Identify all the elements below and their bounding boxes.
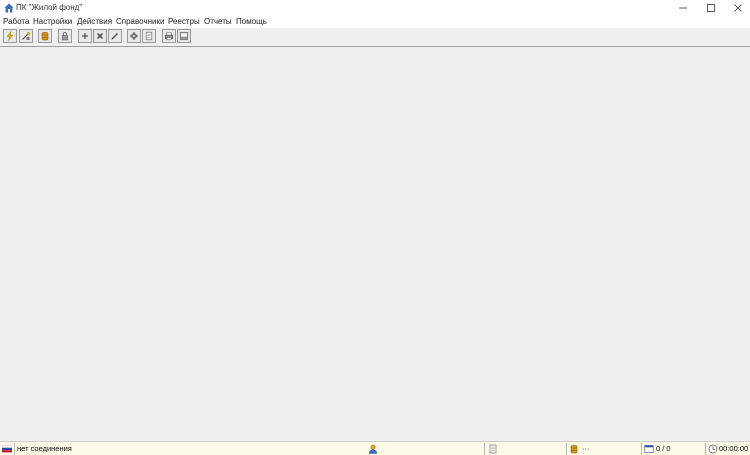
window-count-icon <box>644 445 654 453</box>
delete-button[interactable] <box>93 29 107 43</box>
menu-actions[interactable]: Действия <box>77 17 112 26</box>
status-separator <box>14 443 15 455</box>
gear-button[interactable] <box>127 29 141 43</box>
minimize-button[interactable] <box>668 0 698 16</box>
document-icon <box>489 444 497 454</box>
menu-registries[interactable]: Реестры <box>168 17 200 26</box>
lock-icon <box>61 32 69 41</box>
status-separator <box>484 443 485 455</box>
minimize-icon <box>679 7 687 9</box>
menu-directories[interactable]: Справочники <box>116 17 164 26</box>
database-button[interactable] <box>38 29 52 43</box>
maximize-button[interactable] <box>696 0 726 16</box>
settings-wand-icon <box>22 32 30 40</box>
close-button[interactable] <box>723 0 750 16</box>
menu-bar: Работа Настройки Действия Справочники Ре… <box>0 16 750 28</box>
status-separator <box>705 443 706 455</box>
menu-reports[interactable]: Отчеты <box>204 17 232 26</box>
settings-button[interactable] <box>19 29 33 43</box>
close-icon <box>734 4 742 12</box>
database-icon <box>570 445 578 454</box>
print-button[interactable] <box>162 29 176 43</box>
connection-status: нет соединения <box>17 444 72 453</box>
user-icon <box>368 444 378 454</box>
status-separator <box>566 443 567 455</box>
print-icon <box>164 32 174 41</box>
edit-icon <box>111 33 118 40</box>
connect-button[interactable] <box>3 29 17 43</box>
database-status: ··· <box>582 444 590 453</box>
add-button[interactable] <box>78 29 92 43</box>
house-icon <box>4 3 14 13</box>
print-preview-icon <box>179 32 189 40</box>
lightning-icon <box>6 31 14 41</box>
edit-button[interactable] <box>108 29 122 43</box>
document-button[interactable] <box>142 29 156 43</box>
timer: 00:00:00 <box>719 444 749 453</box>
clock-icon <box>708 444 718 454</box>
delete-icon <box>96 32 104 40</box>
maximize-icon <box>707 4 715 12</box>
menu-help[interactable]: Помощь <box>236 17 267 26</box>
toolbar <box>0 28 750 46</box>
database-icon <box>41 32 49 41</box>
russian-flag-icon <box>2 445 12 453</box>
record-counter: 0 / 0 <box>656 444 671 453</box>
title-bar: ПК "Жилой фонд" <box>0 0 750 16</box>
add-icon <box>82 33 88 39</box>
gear-icon <box>130 32 138 40</box>
status-bar: нет соединения ··· 0 / 0 00:00:00 <box>0 441 750 455</box>
mdi-workspace <box>0 47 750 441</box>
status-separator <box>641 443 642 455</box>
menu-settings[interactable]: Настройки <box>33 17 72 26</box>
menu-work[interactable]: Работа <box>3 17 29 26</box>
window-title: ПК "Жилой фонд" <box>16 3 83 12</box>
print-preview-button[interactable] <box>177 29 191 43</box>
lock-button[interactable] <box>58 29 72 43</box>
document-icon <box>145 31 153 41</box>
